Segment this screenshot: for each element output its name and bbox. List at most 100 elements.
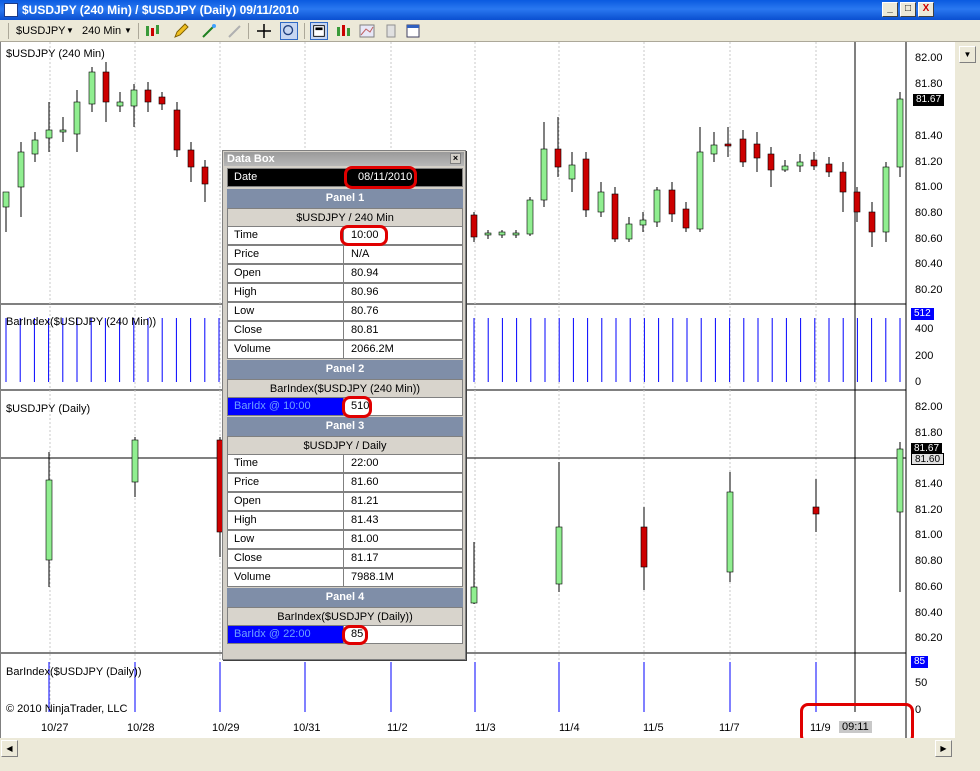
- interval-selector[interactable]: 240 Min: [82, 23, 121, 39]
- row-value: 2066.2M: [351, 343, 394, 355]
- price-axis-label: 80.20: [915, 284, 943, 296]
- panel1-row-low: Low 80.76: [227, 302, 463, 321]
- candle-body: [102, 71, 110, 103]
- zoom-icon[interactable]: [280, 22, 298, 40]
- panel2-row-baridx: BarIdx @ 10:00 510: [227, 397, 463, 416]
- panel3-header: Panel 3: [227, 417, 463, 436]
- panel1-row-volume: Volume 2066.2M: [227, 340, 463, 359]
- row-key: High: [228, 284, 344, 301]
- crosshair-icon[interactable]: [255, 22, 273, 40]
- horizontal-scrollbar[interactable]: ◀ ▶: [0, 738, 980, 771]
- row-key: BarIdx @ 22:00: [228, 626, 344, 643]
- candle-body: [2, 191, 10, 208]
- cursor-time-label: 09:11: [839, 721, 872, 733]
- panel1-row-time: Time 10:00: [227, 226, 463, 245]
- candle-body: [868, 211, 876, 233]
- row-key: BarIdx @ 10:00: [228, 398, 344, 415]
- candle-body: [882, 166, 890, 233]
- date-axis-label: 11/2: [387, 722, 408, 734]
- row-value: 81.17: [351, 552, 379, 564]
- price-axis-label: 80.40: [915, 258, 943, 270]
- row-key: Price: [228, 246, 344, 263]
- crosshair-price-tag: 81.60: [911, 453, 945, 465]
- window-titlebar[interactable]: $USDJPY (240 Min) / $USDJPY (Daily) 09/1…: [0, 0, 980, 20]
- remove-drawing-icon[interactable]: [226, 22, 244, 40]
- panel3-row-volume: Volume 7988.1M: [227, 568, 463, 587]
- row-value: 85: [351, 628, 364, 640]
- price-axis-label: 80.80: [915, 555, 943, 567]
- barindex-axis-label: 50: [915, 677, 928, 689]
- candle-body: [696, 151, 704, 230]
- copyright-notice: © 2010 NinjaTrader, LLC: [6, 703, 128, 715]
- candle-body: [116, 101, 124, 107]
- price-axis-label: 80.80: [915, 207, 943, 219]
- strategies-icon[interactable]: [358, 22, 376, 40]
- minimize-button[interactable]: _: [882, 2, 898, 17]
- panel1-row-close: Close 80.81: [227, 321, 463, 340]
- daily-candle-body: [640, 526, 648, 568]
- data-box-window[interactable]: Data Box × Date 08/11/2010 Panel 1 $USDJ…: [222, 150, 466, 660]
- candle-body: [540, 148, 548, 201]
- panel1-row-price: Price N/A: [227, 245, 463, 264]
- chevron-down-icon[interactable]: ▼: [124, 23, 132, 39]
- row-key: Time: [228, 455, 344, 472]
- date-axis-label: 11/5: [643, 722, 664, 734]
- scroll-right-icon[interactable]: ▶: [935, 740, 952, 757]
- price-axis-label: 81.00: [915, 529, 943, 541]
- scroll-up-icon[interactable]: ▼: [959, 46, 976, 63]
- close-button[interactable]: X: [918, 2, 934, 17]
- barindex-last-tag: 512: [911, 308, 934, 320]
- candle-body: [582, 158, 590, 211]
- candle-body: [173, 109, 181, 151]
- last-price-tag: 81.67: [913, 94, 945, 106]
- row-key: Time: [228, 227, 344, 244]
- instrument-selector[interactable]: $USDJPY: [16, 23, 66, 39]
- toolbar-grip: [8, 23, 9, 39]
- data-box-icon[interactable]: [310, 22, 328, 40]
- scroll-left-icon[interactable]: ◀: [1, 740, 18, 757]
- data-box-titlebar[interactable]: Data Box ×: [224, 152, 464, 166]
- row-value: 81.43: [351, 514, 379, 526]
- indicators-icon[interactable]: [334, 22, 352, 40]
- crosshair-add-icon[interactable]: [200, 22, 218, 40]
- price-axis-label: 81.20: [915, 156, 943, 168]
- date-key: Date: [234, 171, 258, 183]
- daily-candle-body: [726, 491, 734, 573]
- pencil-icon[interactable]: [172, 22, 190, 40]
- bar-type-icon[interactable]: [143, 22, 161, 40]
- candle-body: [625, 223, 633, 240]
- daily-candle-body: [812, 506, 820, 515]
- daily-candle-body: [45, 479, 53, 561]
- row-value: 80.94: [351, 267, 379, 279]
- maximize-button[interactable]: □: [900, 2, 916, 17]
- candle-body: [73, 101, 81, 135]
- panel3-row-price: Price 81.60: [227, 473, 463, 492]
- date-axis-label: 11/9: [810, 722, 831, 734]
- date-value: 08/11/2010: [358, 171, 413, 183]
- date-axis-label: 10/27: [41, 722, 69, 734]
- candle-body: [668, 189, 676, 215]
- panel3-title: $USDJPY (Daily): [6, 403, 91, 415]
- candle-body: [144, 89, 152, 103]
- row-value: 7988.1M: [351, 571, 394, 583]
- chevron-down-icon[interactable]: ▼: [66, 23, 74, 39]
- candle-body: [739, 138, 747, 163]
- panel4-title: BarIndex($USDJPY (Daily)): [6, 666, 142, 678]
- date-axis-label: 11/7: [719, 722, 740, 734]
- toolbar-separator: [248, 23, 249, 39]
- panel4-header: Panel 4: [227, 588, 463, 607]
- chart-canvas[interactable]: $USDJPY (240 Min) BarIndex($USDJPY (240 …: [0, 42, 956, 744]
- properties-icon[interactable]: [382, 22, 400, 40]
- chart-drawing[interactable]: [1, 42, 956, 738]
- candle-body: [31, 139, 39, 155]
- template-icon[interactable]: [404, 22, 422, 40]
- row-key: Volume: [228, 341, 344, 358]
- price-axis-label: 81.00: [915, 181, 943, 193]
- date-axis-label: 10/31: [293, 722, 321, 734]
- vertical-scrollbar[interactable]: ▼: [955, 42, 980, 738]
- close-icon[interactable]: ×: [450, 153, 461, 164]
- panel3-row-low: Low 81.00: [227, 530, 463, 549]
- price-axis-label: 81.40: [915, 130, 943, 142]
- panel1-title: $USDJPY (240 Min): [6, 48, 105, 60]
- panel2-header: Panel 2: [227, 360, 463, 379]
